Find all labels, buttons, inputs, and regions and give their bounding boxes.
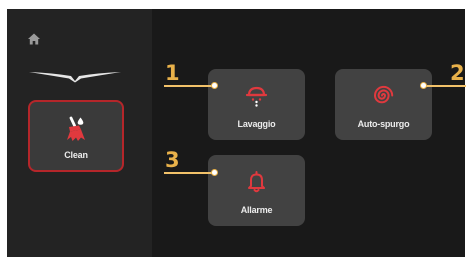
spiral-purge-icon xyxy=(373,85,394,104)
washing-shower-icon xyxy=(245,86,268,107)
cleaning-brush-icon xyxy=(67,116,85,141)
auto-purge-tile[interactable]: Auto-spurgo xyxy=(335,69,432,140)
callout-line-1 xyxy=(164,85,214,87)
callout-number-1: 1 xyxy=(165,61,180,85)
callout-line-3 xyxy=(164,172,214,174)
clean-label: Clean xyxy=(64,150,88,160)
clean-tile[interactable]: Clean xyxy=(28,100,124,172)
bird-logo-icon xyxy=(29,72,121,83)
callout-number-2: 2 xyxy=(450,61,465,85)
bell-icon xyxy=(248,171,265,193)
callout-line-2 xyxy=(424,85,466,87)
alarm-tile[interactable]: Allarme xyxy=(208,155,305,226)
washing-label: Lavaggio xyxy=(237,119,276,129)
sidebar: Clean xyxy=(7,9,152,257)
auto-purge-label: Auto-spurgo xyxy=(357,119,410,129)
callout-dot-2 xyxy=(420,82,427,89)
callout-number-3: 3 xyxy=(165,148,180,172)
callout-dot-3 xyxy=(211,169,218,176)
callout-dot-1 xyxy=(211,82,218,89)
washing-tile[interactable]: Lavaggio xyxy=(208,69,305,140)
home-icon[interactable] xyxy=(27,32,41,46)
alarm-label: Allarme xyxy=(240,205,273,215)
device-screen: Clean Lavaggio Auto-spurgo Allarme xyxy=(7,9,465,257)
